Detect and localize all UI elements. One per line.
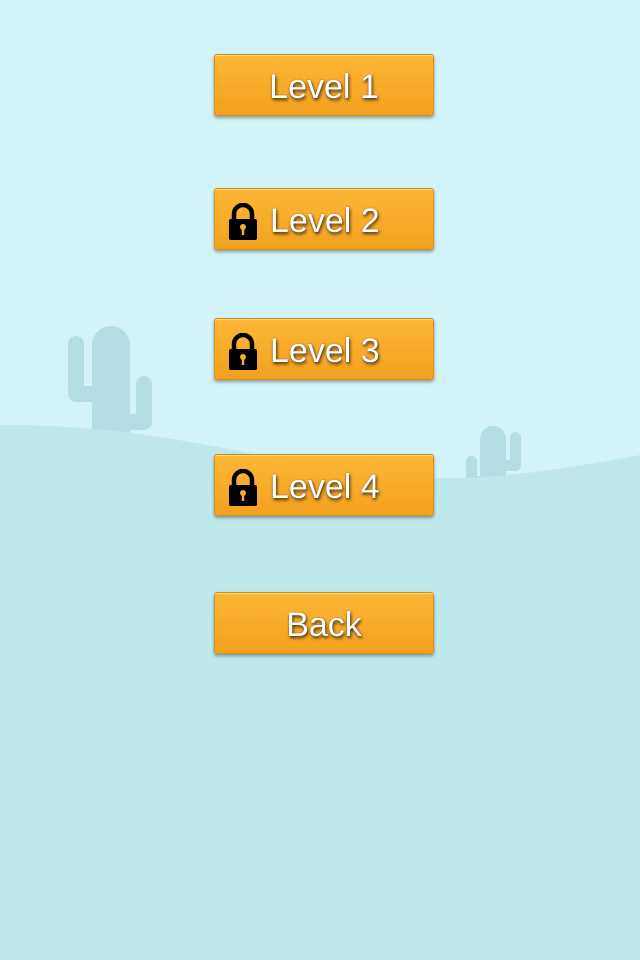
back-button[interactable]: Back (214, 592, 434, 654)
level-4-label: Level 4 (270, 468, 380, 506)
level-1-label: Level 1 (269, 68, 379, 106)
lock-icon (229, 333, 257, 370)
level-3-button[interactable]: Level 3 (214, 318, 434, 380)
back-label: Back (286, 606, 362, 644)
level-1-button[interactable]: Level 1 (214, 54, 434, 116)
level-3-label: Level 3 (270, 332, 380, 370)
lock-icon (229, 203, 257, 240)
level-4-button[interactable]: Level 4 (214, 454, 434, 516)
level-2-label: Level 2 (270, 202, 380, 240)
lock-icon (229, 469, 257, 506)
level-2-button[interactable]: Level 2 (214, 188, 434, 250)
